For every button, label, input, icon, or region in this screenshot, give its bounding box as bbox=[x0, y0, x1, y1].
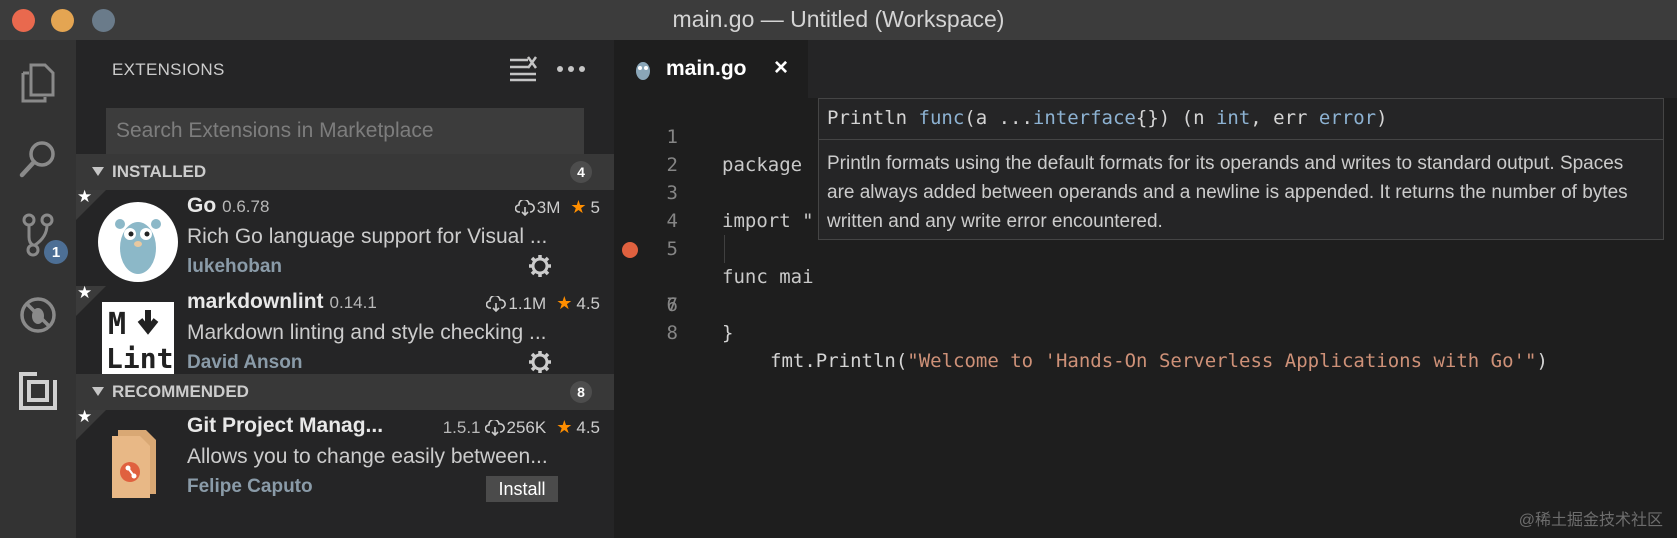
extension-search-input[interactable] bbox=[106, 108, 584, 154]
search-icon bbox=[19, 141, 55, 178]
breakpoint-icon[interactable] bbox=[622, 242, 638, 258]
code-line: 7 } bbox=[614, 263, 1677, 344]
chevron-down-icon bbox=[92, 167, 104, 176]
extension-description: Allows you to change easily between... bbox=[187, 445, 548, 468]
extension-version: 1.5.1 bbox=[442, 417, 481, 437]
source-control-badge: 1 bbox=[44, 240, 68, 264]
download-count: 3M bbox=[536, 197, 561, 217]
tab-main-go[interactable]: main.go × bbox=[614, 40, 808, 98]
markdownlint-icon: M Lint bbox=[102, 302, 174, 375]
section-label: RECOMMENDED bbox=[112, 382, 249, 401]
rating-value: 5 bbox=[590, 197, 600, 217]
rating-star-icon: ★ bbox=[556, 293, 573, 313]
extension-name: markdownlint 0.14.1 bbox=[187, 290, 377, 313]
title-bar: main.go — Untitled (Workspace) bbox=[0, 0, 1677, 40]
section-recommended[interactable]: RECOMMENDED 8 bbox=[76, 374, 614, 410]
svg-text:Lint: Lint bbox=[106, 342, 173, 375]
string-literal: "Welcome to 'Hands-On Serverless Applica… bbox=[907, 350, 1537, 372]
extension-version: 0.14.1 bbox=[329, 293, 377, 312]
hover-tooltip: Println func(a ...interface{}) (n int, e… bbox=[818, 98, 1664, 240]
cloud-download-icon bbox=[514, 199, 535, 216]
activity-bar: 1 bbox=[0, 40, 76, 538]
extension-description: Markdown linting and style checking ... bbox=[187, 321, 547, 344]
clear-extensions-icon[interactable] bbox=[508, 56, 538, 82]
editor-tab-bar: main.go × bbox=[614, 40, 1677, 98]
git-project-manager-icon bbox=[112, 430, 156, 498]
function-documentation: Println formats using the default format… bbox=[827, 153, 1628, 232]
section-label: INSTALLED bbox=[112, 162, 207, 181]
debug-button[interactable] bbox=[0, 282, 76, 348]
extension-author: lukehoban bbox=[187, 256, 283, 277]
section-count-badge: 4 bbox=[570, 161, 592, 183]
tab-label: main.go bbox=[666, 57, 747, 80]
extensions-icon bbox=[19, 372, 57, 410]
source-control-button[interactable]: 1 bbox=[0, 202, 76, 268]
go-file-icon bbox=[636, 62, 650, 80]
extensions-sidebar: EXTENSIONS INSTALLED 4 ★ bbox=[76, 40, 614, 538]
explorer-button[interactable] bbox=[0, 50, 76, 116]
rating-star-icon: ★ bbox=[556, 417, 573, 437]
more-actions-icon[interactable] bbox=[554, 56, 588, 82]
tooltip-divider bbox=[819, 139, 1663, 140]
sidebar-title: EXTENSIONS bbox=[112, 60, 225, 79]
cloud-download-icon bbox=[486, 295, 507, 312]
rating-star-icon: ★ bbox=[570, 197, 587, 217]
extension-name: Git Project Manag... bbox=[187, 414, 384, 437]
extension-item-markdownlint[interactable]: ★ M Lint markdownlint 0.14.1 1.1M ★ 4.5 M… bbox=[76, 283, 614, 384]
svg-text:M: M bbox=[108, 307, 126, 342]
extension-stats: 3M ★ 5 bbox=[514, 197, 600, 218]
download-count: 256K bbox=[506, 417, 547, 437]
extension-stats: 1.5.1 256K ★ 4.5 bbox=[437, 417, 600, 438]
extension-stats: 1.1M ★ 4.5 bbox=[486, 293, 600, 314]
extension-description: Rich Go language support for Visual ... bbox=[187, 225, 548, 248]
explorer-icon bbox=[21, 63, 55, 103]
extension-name: Go 0.6.78 bbox=[187, 194, 270, 217]
rating-value: 4.5 bbox=[576, 417, 600, 437]
section-count-badge: 8 bbox=[570, 381, 592, 403]
extension-item-git-project-manager[interactable]: ★ Git Project Manag... 1.5.1 256K ★ 4.5 … bbox=[76, 407, 614, 534]
star-corner-icon: ★ bbox=[77, 187, 93, 206]
function-signature: Println func(a ...interface{}) (n int, e… bbox=[827, 107, 1388, 129]
install-button[interactable]: Install bbox=[486, 476, 558, 502]
section-installed[interactable]: INSTALLED 4 bbox=[76, 154, 614, 190]
search-button[interactable] bbox=[0, 126, 76, 192]
sidebar-header: EXTENSIONS bbox=[76, 40, 614, 98]
extension-version: 0.6.78 bbox=[222, 197, 270, 216]
code-line: 8 bbox=[614, 291, 1677, 344]
chevron-down-icon bbox=[92, 387, 104, 396]
extension-author: David Anson bbox=[187, 352, 303, 373]
star-corner-icon: ★ bbox=[77, 407, 93, 426]
debug-icon bbox=[20, 297, 56, 333]
go-gopher-icon bbox=[98, 202, 178, 282]
extension-item-go[interactable]: ★ Go 0.6.78 3M ★ 5 Rich Go language suppo… bbox=[76, 187, 614, 288]
extensions-button[interactable] bbox=[0, 358, 76, 424]
watermark: @稀土掘金技术社区 bbox=[1518, 512, 1663, 529]
window-title: main.go — Untitled (Workspace) bbox=[672, 6, 1005, 32]
line-content: fmt.Println("Welcome to 'Hands-On Server… bbox=[770, 350, 1548, 372]
gear-icon[interactable] bbox=[528, 254, 552, 278]
close-icon[interactable]: × bbox=[774, 54, 788, 82]
gear-icon[interactable] bbox=[528, 350, 552, 374]
extension-search-box bbox=[106, 108, 584, 154]
extension-author: Felipe Caputo bbox=[187, 476, 313, 497]
download-count: 1.1M bbox=[508, 293, 547, 313]
line-content: } bbox=[722, 322, 734, 344]
indent-guide bbox=[724, 235, 725, 263]
rating-value: 4.5 bbox=[576, 293, 600, 313]
star-corner-icon: ★ bbox=[77, 283, 93, 302]
cloud-download-icon bbox=[484, 419, 505, 436]
line-number: 8 bbox=[666, 322, 678, 344]
